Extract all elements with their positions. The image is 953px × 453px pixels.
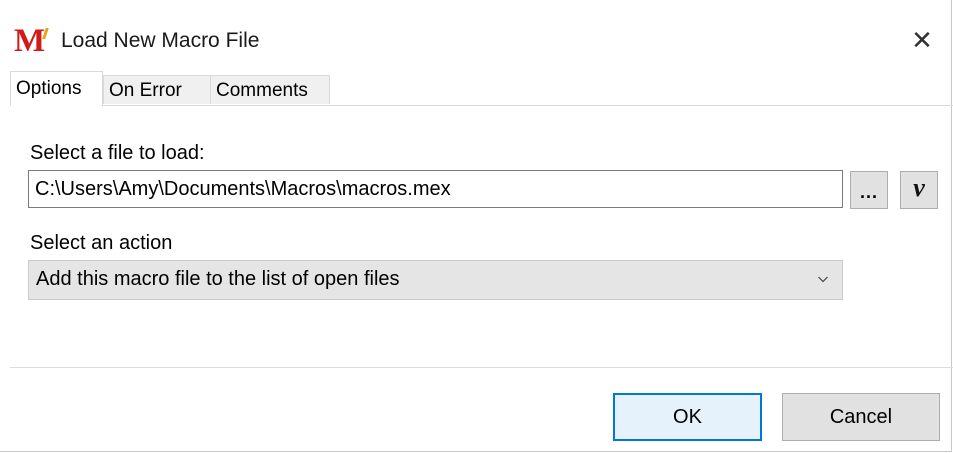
load-macro-dialog: M Load New Macro File ✕ Options On Error…	[0, 0, 953, 452]
variable-v-icon: v	[913, 173, 925, 202]
file-path-input[interactable]	[28, 170, 843, 208]
chevron-down-icon	[818, 276, 828, 283]
ok-button[interactable]: OK	[613, 393, 762, 441]
tab-options[interactable]: Options	[10, 71, 103, 106]
tab-comments[interactable]: Comments	[210, 75, 330, 104]
window-title: Load New Macro File	[61, 29, 260, 52]
action-selected-value: Add this macro file to the list of open …	[36, 268, 400, 290]
macro-m-logo-icon: M	[14, 24, 49, 58]
tab-panel-border	[10, 105, 953, 106]
browse-button[interactable]: ...	[850, 171, 888, 209]
cancel-button[interactable]: Cancel	[782, 393, 940, 441]
tab-on-error[interactable]: On Error	[103, 75, 211, 104]
title-bar[interactable]: M Load New Macro File ✕	[0, 0, 953, 70]
footer-separator	[10, 367, 953, 368]
file-label: Select a file to load:	[30, 142, 205, 164]
action-select[interactable]: Add this macro file to the list of open …	[28, 260, 843, 300]
ellipsis-icon: ...	[859, 181, 878, 202]
action-label: Select an action	[30, 232, 173, 254]
close-icon[interactable]: ✕	[900, 20, 944, 62]
variable-button[interactable]: v	[900, 171, 938, 209]
